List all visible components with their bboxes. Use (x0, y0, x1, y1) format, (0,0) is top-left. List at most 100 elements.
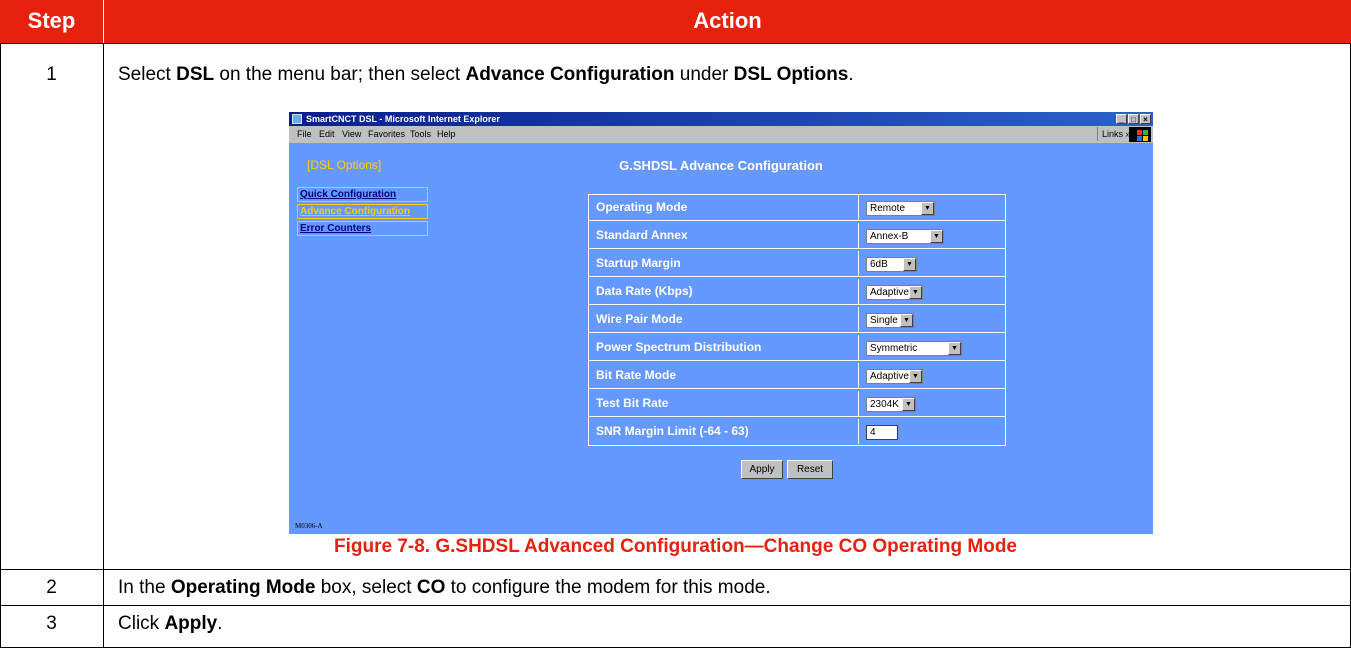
config-form-table: Operating Mode Remote ▼ Standard Annex An… (588, 194, 1006, 446)
wire-pair-mode-value: Single (870, 315, 898, 326)
test-bit-rate-value: 2304K (870, 399, 899, 410)
step-3-instruction: Click Apply. (111, 613, 223, 635)
nav-quick-configuration[interactable]: Quick Configuration (297, 187, 428, 202)
instruction-text: to configure the modem for this mode. (445, 577, 771, 598)
standard-annex-value: Annex-B (870, 231, 909, 242)
minimize-icon[interactable]: _ (1116, 114, 1127, 124)
instruction-keyword: Apply (164, 613, 218, 634)
form-row-startup-margin: Startup Margin 6dB ▼ (589, 251, 1005, 277)
form-row-wire-pair-mode: Wire Pair Mode Single ▼ (589, 307, 1005, 333)
form-row-test-bit-rate: Test Bit Rate 2304K ▼ (589, 391, 1005, 417)
instruction-keyword: Operating Mode (170, 577, 316, 598)
power-spectrum-value: Symmetric (870, 343, 918, 354)
chevron-down-icon: ▼ (902, 398, 915, 411)
form-row-power-spectrum: Power Spectrum Distribution Symmetric ▼ (589, 335, 1005, 361)
data-rate-label: Data Rate (Kbps) (589, 279, 859, 304)
chevron-down-icon: ▼ (909, 370, 922, 383)
row-divider (589, 276, 1005, 277)
row-divider (589, 304, 1005, 305)
row-divider (589, 416, 1005, 417)
embedded-browser-screenshot: SmartCNCT DSL - Microsoft Internet Explo… (289, 112, 1153, 534)
window-controls: _ □ × (1116, 114, 1151, 124)
chevron-down-icon: ▼ (909, 286, 922, 299)
operating-mode-label: Operating Mode (589, 195, 859, 220)
step-number-2: 2 (46, 577, 57, 598)
form-row-bit-rate-mode: Bit Rate Mode Adaptive ▼ (589, 363, 1005, 389)
instruction-keyword: DSL (176, 64, 215, 85)
table-rule (0, 43, 1351, 44)
startup-margin-label: Startup Margin (589, 251, 859, 276)
form-row-data-rate: Data Rate (Kbps) Adaptive ▼ (589, 279, 1005, 305)
row-divider (589, 248, 1005, 249)
operating-mode-value: Remote (870, 203, 906, 214)
apply-button[interactable]: Apply (741, 460, 783, 479)
instruction-keyword: DSL Options (733, 64, 849, 85)
figure-id-stamp: M0306-A (295, 522, 323, 530)
test-bit-rate-label: Test Bit Rate (589, 391, 859, 416)
nav-error-counters[interactable]: Error Counters (297, 221, 428, 236)
instruction-text: under (674, 64, 734, 85)
maximize-icon[interactable]: □ (1128, 114, 1139, 124)
step-2-instruction: In the Operating Mode box, select CO to … (111, 577, 771, 599)
menu-help[interactable]: Help (437, 126, 456, 143)
window-titlebar: SmartCNCT DSL - Microsoft Internet Explo… (289, 112, 1153, 126)
chevron-down-icon: ▼ (948, 342, 961, 355)
bit-rate-mode-select[interactable]: Adaptive ▼ (866, 369, 923, 384)
chevron-down-icon: ▼ (930, 230, 943, 243)
data-rate-value: Adaptive (870, 287, 909, 298)
step-number-1: 1 (46, 64, 57, 85)
power-spectrum-select[interactable]: Symmetric ▼ (866, 341, 962, 356)
instruction-text: . (848, 64, 854, 85)
row-divider (589, 360, 1005, 361)
menu-bar: File Edit View Favorites Tools Help Link… (289, 126, 1153, 143)
bit-rate-mode-value: Adaptive (870, 371, 909, 382)
action-column-header: Action (104, 0, 1351, 43)
operating-mode-select[interactable]: Remote ▼ (866, 201, 935, 216)
chevron-down-icon: ▼ (921, 202, 934, 215)
form-row-operating-mode: Operating Mode Remote ▼ (589, 195, 1005, 221)
instruction-keyword: CO (416, 577, 446, 598)
form-row-standard-annex: Standard Annex Annex-B ▼ (589, 223, 1005, 249)
chevron-down-icon: ▼ (900, 314, 913, 327)
instruction-text: Select (118, 64, 177, 85)
instruction-text: In the (118, 577, 171, 598)
menu-view[interactable]: View (342, 126, 361, 143)
nav-advance-configuration[interactable]: Advance Configuration (297, 204, 428, 219)
menu-favorites[interactable]: Favorites (368, 126, 405, 143)
standard-annex-label: Standard Annex (589, 223, 859, 248)
figure-caption: Figure 7-8. G.SHDSL Advanced Configurati… (334, 536, 1017, 557)
window-title: SmartCNCT DSL - Microsoft Internet Explo… (306, 114, 500, 124)
test-bit-rate-select[interactable]: 2304K ▼ (866, 397, 916, 412)
row-divider (589, 332, 1005, 333)
wire-pair-mode-label: Wire Pair Mode (589, 307, 859, 332)
snr-margin-input[interactable]: 4 (866, 425, 898, 440)
step-column-header: Step (0, 0, 103, 43)
power-spectrum-label: Power Spectrum Distribution (589, 335, 859, 360)
row-divider (589, 388, 1005, 389)
windows-logo-icon (1129, 127, 1151, 142)
instruction-text: on the menu bar; then select (214, 64, 466, 85)
startup-margin-value: 6dB (870, 259, 888, 270)
snr-margin-label: SNR Margin Limit (-64 - 63) (589, 419, 859, 444)
page-title: G.SHDSL Advance Configuration (619, 158, 823, 173)
row-divider (589, 220, 1005, 221)
data-rate-select[interactable]: Adaptive ▼ (866, 285, 923, 300)
bit-rate-mode-label: Bit Rate Mode (589, 363, 859, 388)
step-1-instruction: Select DSL on the menu bar; then select … (111, 64, 854, 86)
instruction-text: . (217, 613, 223, 634)
form-row-snr-margin: SNR Margin Limit (-64 - 63) 4 (589, 419, 1005, 445)
menu-file[interactable]: File (297, 126, 312, 143)
reset-button[interactable]: Reset (787, 460, 833, 479)
instruction-text: box, select (315, 577, 417, 598)
menu-tools[interactable]: Tools (410, 126, 431, 143)
table-rule (0, 605, 1351, 606)
standard-annex-select[interactable]: Annex-B ▼ (866, 229, 944, 244)
wire-pair-mode-select[interactable]: Single ▼ (866, 313, 914, 328)
menu-edit[interactable]: Edit (319, 126, 335, 143)
chevron-down-icon: ▼ (903, 258, 916, 271)
step-number-3: 3 (46, 613, 57, 634)
startup-margin-select[interactable]: 6dB ▼ (866, 257, 917, 272)
close-icon[interactable]: × (1140, 114, 1151, 124)
instruction-keyword: Advance Configuration (465, 64, 675, 85)
instruction-text: Click (118, 613, 165, 634)
